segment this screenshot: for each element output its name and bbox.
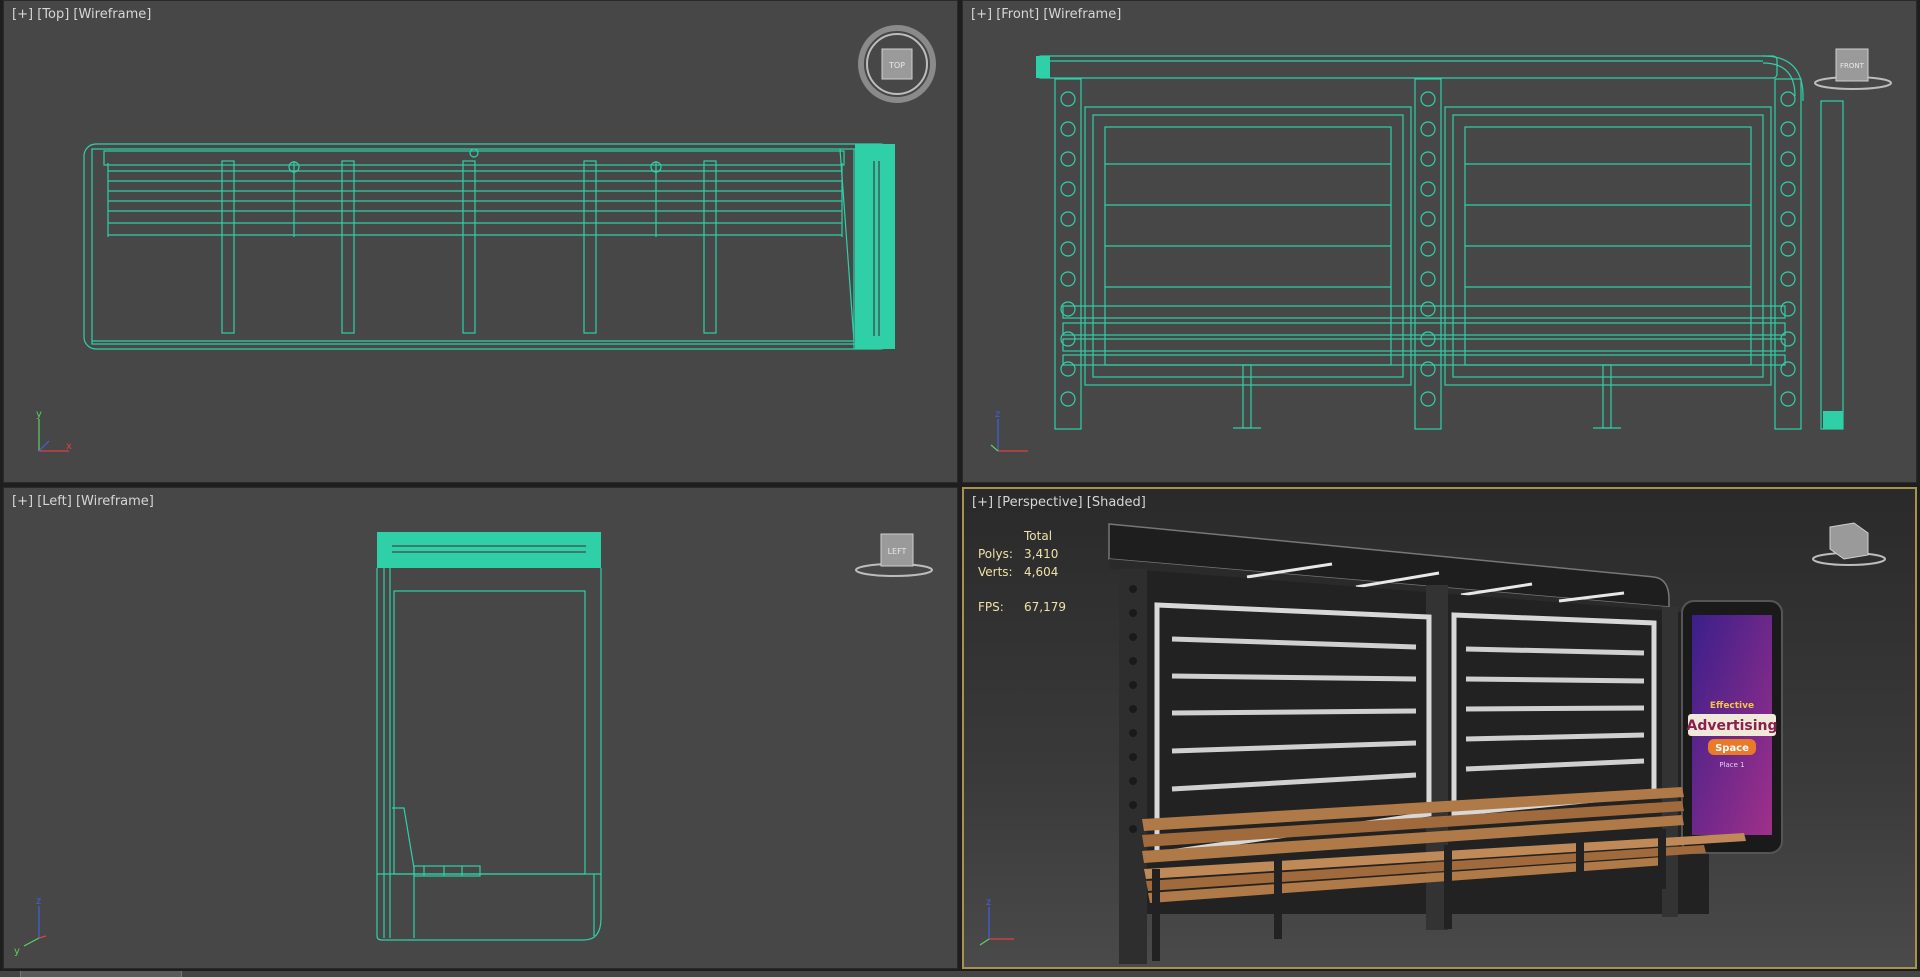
front-wireframe-model: z FRONT [990, 48, 1892, 452]
ad-line-4: Place 1 [1719, 761, 1744, 769]
viewcube-front[interactable]: FRONT [1814, 48, 1892, 90]
axis-gizmo [23, 906, 47, 947]
viewcube-left[interactable]: LEFT [855, 533, 933, 577]
top-wireframe-model: y x TOP [36, 25, 936, 452]
axis-label-y: y [36, 409, 42, 420]
axis-label-x: x [66, 441, 72, 452]
viewport-top[interactable]: [+] [Top] [Wireframe] y x TOP [3, 0, 958, 483]
post-holes [1060, 91, 1796, 407]
viewcube-face-label: TOP [888, 61, 905, 70]
axis-gizmo [979, 907, 1014, 946]
axis-label-z: z [995, 409, 1000, 420]
viewcube-perspective[interactable] [1812, 522, 1886, 566]
axis-gizmo [38, 419, 69, 452]
perspective-shaded-model: Effective Advertising Space Place 1 z [979, 522, 1886, 964]
ad-line-3: Space [1715, 743, 1749, 754]
left-wireframe-model: z y LEFT [14, 532, 933, 957]
timeline-slider[interactable] [20, 971, 182, 977]
viewport-front[interactable]: [+] [Front] [Wireframe] z FRONT [962, 0, 1917, 483]
viewport-left[interactable]: [+] [Left] [Wireframe] z y LEFT [3, 487, 958, 969]
axis-gizmo [990, 419, 1028, 452]
viewcube-top[interactable]: TOP [858, 25, 936, 103]
axis-label-z: z [986, 897, 991, 908]
status-bar [0, 971, 1920, 977]
viewcube-face-label: LEFT [888, 547, 907, 556]
axis-label-z: z [36, 896, 41, 907]
axis-label-y: y [14, 946, 20, 957]
ad-line-1: Effective [1710, 701, 1754, 711]
ad-line-2: Advertising [1687, 718, 1778, 734]
viewcube-face-label: FRONT [1840, 62, 1865, 70]
viewport-perspective[interactable]: [+] [Perspective] [Shaded] Total Polys: … [962, 487, 1917, 969]
